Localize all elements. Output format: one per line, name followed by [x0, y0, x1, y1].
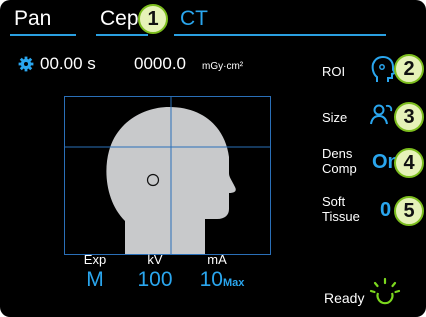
exp-value[interactable]: M	[65, 268, 125, 292]
ma-value-group[interactable]: 10Max	[182, 268, 262, 292]
tab-ct[interactable]: CT	[180, 6, 208, 32]
dens-comp-label: Dens Comp	[322, 146, 357, 176]
ma-max-suffix: Max	[222, 277, 245, 289]
callout-3: 3	[394, 102, 424, 132]
callout-4: 4	[394, 148, 424, 178]
exposure-time: 00.00 s	[40, 54, 96, 73]
callout-2: 2	[394, 54, 424, 84]
tab-pan-underline	[10, 34, 76, 36]
dose-unit: mGy·cm²	[202, 61, 244, 72]
ready-spinner-icon	[369, 277, 401, 305]
dose-value: 0000.0	[134, 54, 186, 73]
soft-tissue-label-line1: Soft	[322, 194, 346, 209]
tab-cep-underline	[96, 34, 148, 36]
gear-icon[interactable]	[18, 56, 34, 72]
roi-label: ROI	[322, 64, 346, 79]
tab-ct-underline	[174, 34, 386, 36]
ma-value: 10	[199, 268, 223, 291]
callout-1: 1	[138, 4, 168, 34]
cephalometric-preview	[64, 96, 271, 255]
tab-pan[interactable]: Pan	[14, 6, 51, 32]
ready-label: Ready	[324, 290, 365, 306]
size-persons-icon[interactable]	[370, 102, 396, 128]
head-silhouette-image	[65, 97, 270, 254]
dens-comp-label-line1: Dens	[322, 146, 353, 161]
soft-tissue-value[interactable]: 0	[380, 199, 391, 222]
kv-label: kV	[147, 252, 163, 267]
callout-5: 5	[394, 196, 424, 226]
size-label: Size	[322, 110, 348, 125]
exp-label: Exp	[83, 252, 107, 267]
roi-head-icon[interactable]	[370, 55, 396, 85]
control-panel-screen: Pan Cep CT 1 00.00 s 0000.0 mGy·cm² ROI …	[0, 0, 426, 317]
tab-cep[interactable]: Cep	[100, 6, 139, 32]
soft-tissue-label: Soft Tissue	[322, 194, 360, 224]
dens-comp-label-line2: Comp	[322, 161, 357, 176]
soft-tissue-label-line2: Tissue	[322, 209, 360, 224]
kv-value[interactable]: 100	[125, 268, 185, 292]
ma-label: mA	[207, 252, 227, 267]
